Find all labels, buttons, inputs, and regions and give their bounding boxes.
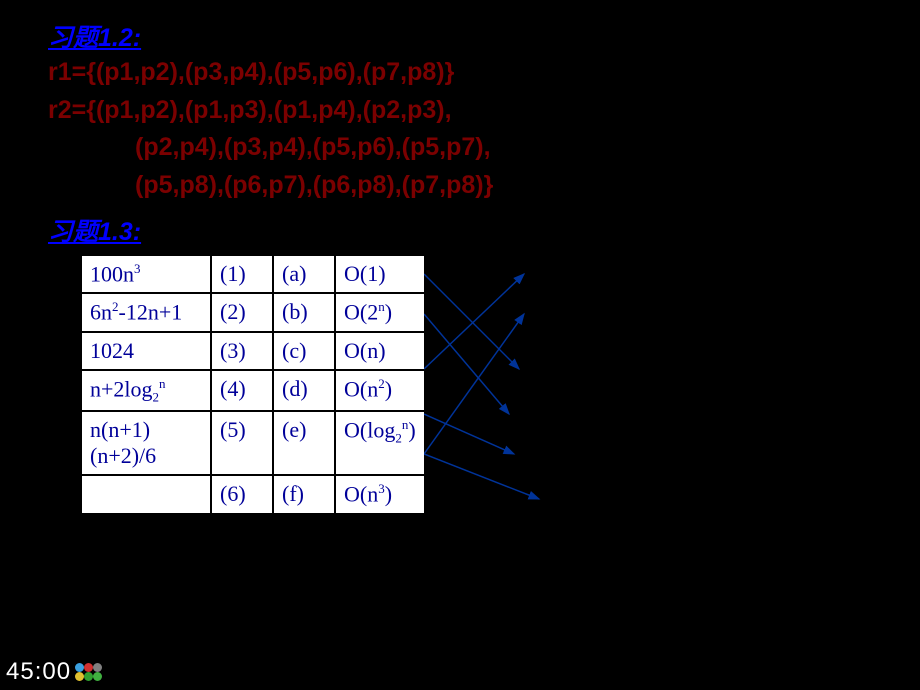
status-dots (75, 663, 102, 681)
r2-formula-line3: (p5,p8),(p6,p7),(p6,p8),(p7,p8)} (0, 167, 920, 205)
status-dot-icon (84, 672, 93, 681)
status-dot-icon (93, 663, 102, 672)
big-o-cell: O(n2) (335, 370, 425, 412)
table-row: 6n2-12n+1(2)(b)O(2n) (81, 293, 425, 331)
footer: 45:00 (6, 658, 102, 686)
complexity-table-wrap: 100n3(1)(a)O(1)6n2-12n+1(2)(b)O(2n)1024(… (80, 254, 920, 515)
section-heading-2: 习题1.3: (0, 204, 920, 252)
expr-cell: 1024 (81, 332, 211, 370)
letter-cell: (d) (273, 370, 335, 412)
expr-cell (81, 475, 211, 513)
r2-formula-line1: r2={(p1,p2),(p1,p3),(p1,p4),(p2,p3), (0, 92, 920, 130)
table-row: n+2log2n(4)(d)O(n2) (81, 370, 425, 412)
r2-formula-line2: (p2,p4),(p3,p4),(p5,p6),(p5,p7), (0, 129, 920, 167)
big-o-cell: O(n3) (335, 475, 425, 513)
big-o-cell: O(2n) (335, 293, 425, 331)
expr-cell: 6n2-12n+1 (81, 293, 211, 331)
status-dot-icon (75, 672, 84, 681)
big-o-cell: O(log2n) (335, 411, 425, 475)
letter-cell: (c) (273, 332, 335, 370)
status-dot-icon (93, 672, 102, 681)
letter-cell: (f) (273, 475, 335, 513)
num-cell: (5) (211, 411, 273, 475)
section-heading-1: 习题1.2: (0, 0, 920, 54)
complexity-table: 100n3(1)(a)O(1)6n2-12n+1(2)(b)O(2n)1024(… (80, 254, 426, 515)
r1-formula: r1={(p1,p2),(p3,p4),(p5,p6),(p7,p8)} (0, 54, 920, 92)
timer-display: 45:00 (6, 658, 71, 686)
letter-cell: (b) (273, 293, 335, 331)
num-cell: (2) (211, 293, 273, 331)
num-cell: (4) (211, 370, 273, 412)
big-o-cell: O(1) (335, 255, 425, 293)
table-row: n(n+1)(n+2)/6(5)(e)O(log2n) (81, 411, 425, 475)
num-cell: (6) (211, 475, 273, 513)
expr-cell: n+2log2n (81, 370, 211, 412)
table-row: 100n3(1)(a)O(1) (81, 255, 425, 293)
letter-cell: (e) (273, 411, 335, 475)
table-row: (6)(f)O(n3) (81, 475, 425, 513)
num-cell: (3) (211, 332, 273, 370)
expr-cell: 100n3 (81, 255, 211, 293)
table-row: 1024(3)(c)O(n) (81, 332, 425, 370)
num-cell: (1) (211, 255, 273, 293)
status-dot-icon (84, 663, 93, 672)
status-dot-icon (75, 663, 84, 672)
big-o-cell: O(n) (335, 332, 425, 370)
letter-cell: (a) (273, 255, 335, 293)
expr-cell: n(n+1)(n+2)/6 (81, 411, 211, 475)
mapping-arrows (424, 254, 684, 614)
